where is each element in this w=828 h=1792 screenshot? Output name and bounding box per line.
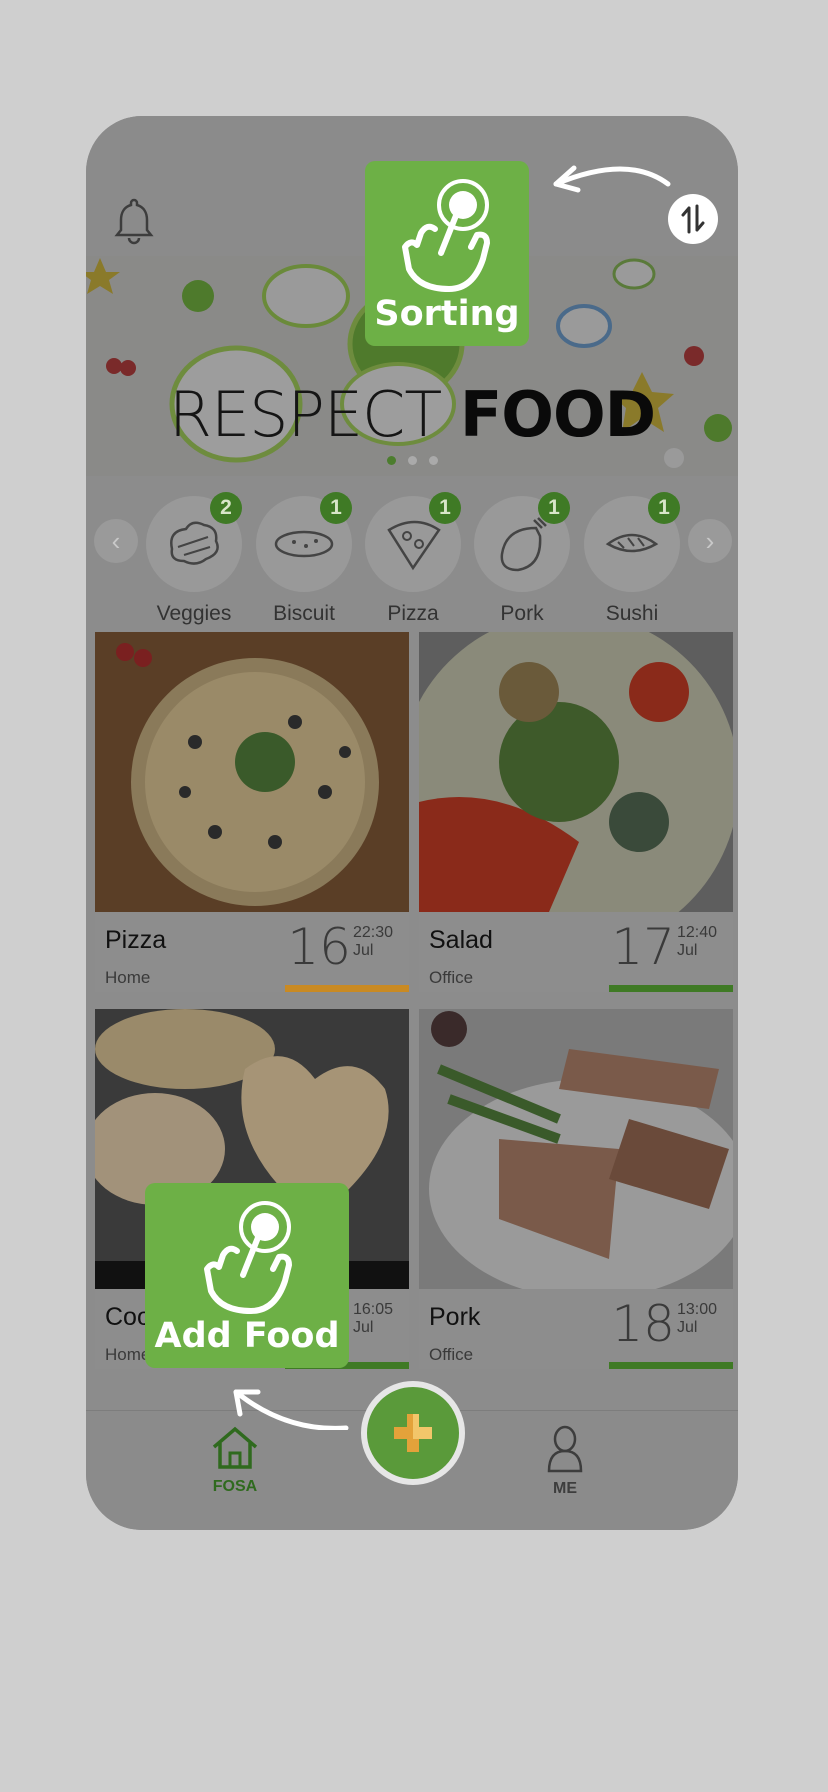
food-time: 12:40 Jul [677,924,727,960]
freshness-bar [285,985,409,992]
food-photo-pork [419,1009,733,1289]
pizza-icon [387,520,441,571]
category-label: Sushi [605,602,659,625]
food-name: Pork [429,1303,481,1331]
chevron-left-icon[interactable]: ‹ [94,519,138,563]
food-photo-salad [419,632,733,912]
food-month: Jul [677,1319,698,1336]
banner-title: RESPECT FOOD [168,378,656,451]
sorting-tip: Sorting [365,161,529,346]
category-circle: 1 [584,492,680,592]
food-day: 17 [611,918,675,976]
add-food-button[interactable] [361,1381,465,1485]
tap-hand-icon [402,179,490,292]
category-label: Veggies [156,602,232,625]
tap-hand-icon [204,1201,292,1314]
plus-icon [394,1414,432,1452]
freshness-bar [609,985,733,992]
food-location: Office [429,968,474,987]
user-icon [547,1425,583,1473]
food-day: 18 [611,1295,675,1353]
chevron-right-icon[interactable]: › [688,519,732,563]
category-strip: ‹ 2 Veggies 1 Biscuit 1 Pizza 1 Pork 1 S… [86,476,738,636]
nav-home-label: FOSA [212,1478,258,1495]
food-location: Home [105,968,151,987]
nav-me-label: ME [553,1480,577,1497]
veggies-icon [170,521,219,565]
category-item-pizza[interactable]: 1 Pizza [365,492,461,626]
food-month: Jul [677,942,698,959]
arrow-to-sort-icon [553,165,671,193]
category-item-biscuit[interactable]: 1 Biscuit [256,492,352,626]
category-circle: 1 [474,492,570,592]
food-card[interactable]: Pizza Home 16 22:30 Jul [95,632,409,992]
category-item-pork[interactable]: 1 Pork [474,492,570,626]
food-photo-pizza [95,632,409,912]
banner-pagination [86,456,738,465]
food-location: Office [429,1345,474,1364]
category-label: Pizza [387,602,439,625]
category-item-sushi[interactable]: 1 Sushi [584,492,680,626]
food-card[interactable]: Salad Office 17 12:40 Jul [419,632,733,992]
food-name: Pizza [105,926,167,954]
biscuit-icon [274,530,334,558]
bell-icon[interactable] [114,196,154,246]
arrow-to-add-icon [233,1389,349,1430]
pagination-dot[interactable] [386,456,396,465]
pork-icon [500,517,547,572]
category-count-badge: 1 [320,492,352,524]
category-item-veggies[interactable]: 2 Veggies [146,492,242,626]
category-circle: 1 [256,492,352,592]
home-icon [212,1426,258,1469]
add-food-tip: Add Food [145,1183,349,1368]
food-month: Jul [353,942,374,959]
food-time-value: 13:00 [677,1301,718,1318]
category-count-badge: 2 [210,492,242,524]
category-label: Biscuit [273,602,335,625]
food-card[interactable]: Pork Office 18 13:00 Jul [419,1009,733,1369]
food-time: 22:30 Jul [353,924,403,960]
category-count-badge: 1 [429,492,461,524]
sushi-icon [605,533,659,553]
food-day: 16 [287,918,351,976]
food-time-value: 16:05 [353,1301,394,1318]
sorting-tip-label: Sorting [374,294,520,334]
nav-home[interactable]: FOSA [190,1425,280,1496]
food-time-value: 22:30 [353,924,394,941]
freshness-bar [609,1362,733,1369]
pagination-dot[interactable] [407,456,417,465]
category-circle: 2 [146,492,242,592]
category-label: Pork [500,602,544,625]
food-time-value: 12:40 [677,924,718,941]
nav-me[interactable]: ME [520,1425,610,1498]
pagination-dot[interactable] [428,456,438,465]
category-count-badge: 1 [648,492,680,524]
add-food-tip-label: Add Food [154,1316,340,1356]
food-location: Home [105,1345,151,1364]
food-time: 13:00 Jul [677,1301,727,1337]
food-month: Jul [353,1319,374,1336]
category-count-badge: 1 [538,492,570,524]
food-time: 16:05 Jul [353,1301,403,1337]
category-circle: 1 [365,492,461,592]
food-name: Salad [429,926,493,954]
